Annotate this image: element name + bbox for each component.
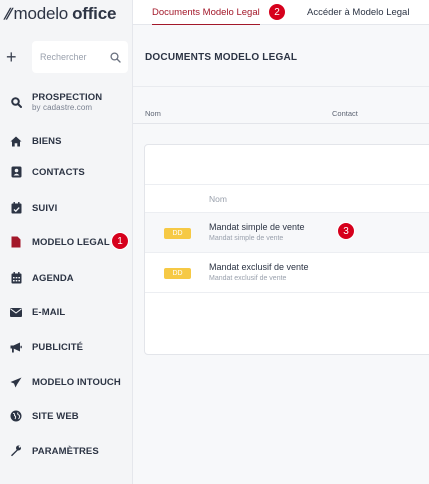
sidebar-item-label: PUBLICITÉ xyxy=(32,341,84,353)
sidebar-item-email[interactable]: E-MAIL xyxy=(0,306,133,318)
sidebar-item-prospection[interactable]: PROSPECTION by cadastre.com xyxy=(0,92,133,112)
sidebar-item-label: CONTACTS xyxy=(32,166,85,178)
sidebar-item-label: PROSPECTION xyxy=(32,92,103,103)
sidebar-item-label: PARAMÈTRES xyxy=(32,445,99,457)
tab-documents-modelo-legal[interactable]: Documents Modelo Legal xyxy=(152,0,260,26)
add-plus-icon[interactable]: + xyxy=(6,48,17,66)
table-toolbar xyxy=(145,145,429,185)
filter-nom-label[interactable]: Nom xyxy=(145,109,161,118)
sidebar-item-publicite[interactable]: PUBLICITÉ xyxy=(0,341,133,353)
step-badge-3: 3 xyxy=(337,222,355,240)
globe-icon xyxy=(10,410,22,422)
sidebar-item-modelo-intouch[interactable]: MODELO INTOUCH xyxy=(0,376,133,388)
sidebar-item-label: AGENDA xyxy=(32,272,74,284)
sidebar-item-site-web[interactable]: SITE WEB xyxy=(0,410,133,422)
top-tab-bar: Documents Modelo Legal Accéder à Modelo … xyxy=(133,0,429,26)
documents-table: Nom DD Mandat simple de vente Mandat sim… xyxy=(144,144,429,355)
logo-word-office: office xyxy=(72,4,117,23)
filter-contact-label[interactable]: Contact xyxy=(332,109,358,118)
sidebar-item-label: SITE WEB xyxy=(32,410,79,422)
home-icon xyxy=(10,135,22,147)
paper-plane-icon xyxy=(10,376,22,388)
calendar-icon xyxy=(10,272,22,284)
wrench-icon xyxy=(10,445,22,457)
document-subtitle: Mandat exclusif de vente xyxy=(209,275,287,282)
search-icon[interactable] xyxy=(110,51,121,63)
document-title[interactable]: Mandat simple de vente xyxy=(209,222,305,232)
document-tag: DD xyxy=(164,228,191,239)
filter-divider xyxy=(133,123,429,124)
calendar-check-icon xyxy=(10,202,22,214)
sidebar-item-label: MODELO INTOUCH xyxy=(32,376,121,388)
app-logo[interactable]: ⫽ modelo office xyxy=(4,4,116,24)
search-placeholder: Rechercher xyxy=(40,52,87,62)
sidebar-item-label: BIENS xyxy=(32,135,62,147)
sidebar: ⫽ modelo office + Rechercher PROSPECTION… xyxy=(0,0,133,484)
document-title[interactable]: Mandat exclusif de vente xyxy=(209,262,309,272)
sidebar-item-parametres[interactable]: PARAMÈTRES xyxy=(0,445,133,457)
envelope-icon xyxy=(10,306,22,318)
document-icon xyxy=(10,236,22,248)
sidebar-item-sublabel: by cadastre.com xyxy=(32,103,93,112)
column-header-nom[interactable]: Nom xyxy=(209,194,227,204)
logo-mark-icon: ⫽ xyxy=(4,5,11,23)
search-input[interactable]: Rechercher xyxy=(32,41,128,73)
table-header: Nom xyxy=(145,185,429,213)
page-header: DOCUMENTS MODELO LEGAL xyxy=(133,25,429,87)
sidebar-item-agenda[interactable]: AGENDA xyxy=(0,272,133,284)
main-content: DOCUMENTS MODELO LEGAL Nom Contact Nom D… xyxy=(133,25,429,484)
document-tag: DD xyxy=(164,268,191,279)
filter-bar: Nom Contact xyxy=(133,88,429,128)
sidebar-item-label: E-MAIL xyxy=(32,306,66,318)
sidebar-item-label: MODELO LEGAL xyxy=(32,236,110,248)
sidebar-item-contacts[interactable]: CONTACTS xyxy=(0,166,133,178)
sidebar-item-label: SUIVI xyxy=(32,202,58,214)
step-badge-1: 1 xyxy=(111,232,129,250)
contact-card-icon xyxy=(10,166,22,178)
table-row[interactable]: DD Mandat simple de vente Mandat simple … xyxy=(145,213,429,253)
table-row[interactable]: DD Mandat exclusif de vente Mandat exclu… xyxy=(145,253,429,293)
sidebar-item-biens[interactable]: BIENS xyxy=(0,135,133,147)
megaphone-icon xyxy=(10,341,22,353)
sidebar-item-suivi[interactable]: SUIVI xyxy=(0,202,133,214)
logo-word-modelo: modelo xyxy=(13,4,69,23)
tab-acceder-modelo-legal[interactable]: Accéder à Modelo Legal xyxy=(307,0,409,25)
page-title: DOCUMENTS MODELO LEGAL xyxy=(145,52,298,63)
step-badge-2: 2 xyxy=(268,3,286,21)
search-icon xyxy=(10,96,22,108)
document-subtitle: Mandat simple de vente xyxy=(209,235,284,242)
